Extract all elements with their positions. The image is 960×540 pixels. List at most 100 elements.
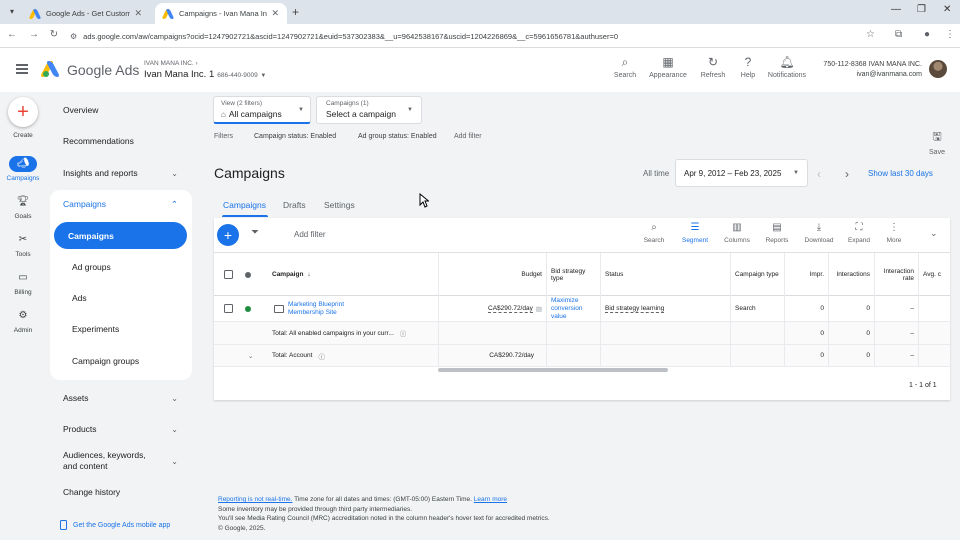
back-icon[interactable]: ← xyxy=(6,29,18,40)
user-email: ivan@ivanmana.com xyxy=(856,71,922,78)
sidebar-item-change-history[interactable]: Change history xyxy=(50,477,192,507)
tab-drafts[interactable]: Drafts xyxy=(283,200,306,210)
chevron-down-icon[interactable]: ⌄ xyxy=(248,352,253,360)
browser-tab-google-ads[interactable]: Google Ads - Get Customers a ✕ xyxy=(22,3,150,24)
browser-tab-campaigns[interactable]: Campaigns - Ivan Mana Inc. 1 ✕ xyxy=(155,3,287,24)
hamburger-menu-icon[interactable] xyxy=(16,64,28,74)
close-window-icon[interactable]: ✕ xyxy=(943,4,951,15)
reload-icon[interactable]: ↻ xyxy=(48,29,60,40)
column-header-avg-cost[interactable]: Avg. c xyxy=(918,253,950,296)
sidebar-subitem-campaign-groups[interactable]: Campaign groups xyxy=(54,347,187,374)
sidebar-item-products[interactable]: Products ⌄ xyxy=(50,414,192,444)
mouse-cursor-icon xyxy=(419,193,429,208)
rail-item-billing[interactable]: ▭ Billing xyxy=(0,270,46,296)
column-header-interactions[interactable]: Interactions xyxy=(828,253,874,296)
new-campaign-button[interactable]: + xyxy=(217,224,239,246)
sidebar-subitem-experiments[interactable]: Experiments xyxy=(54,315,187,342)
table-add-filter[interactable]: Add filter xyxy=(294,230,326,239)
tab-settings[interactable]: Settings xyxy=(324,200,355,210)
campaign-selector[interactable]: Campaigns (1) Select a campaign ▼ xyxy=(316,96,422,124)
sidebar-item-assets[interactable]: Assets ⌄ xyxy=(50,383,192,413)
learn-more-link[interactable]: Learn more xyxy=(474,496,507,503)
google-ads-logo[interactable] xyxy=(39,61,61,77)
column-header-bid-strategy[interactable]: Bid strategy type xyxy=(546,253,600,296)
column-header-interaction-rate[interactable]: Interaction rate xyxy=(874,253,918,296)
select-all-checkbox[interactable] xyxy=(224,270,233,279)
column-header-budget[interactable]: Budget xyxy=(438,253,546,296)
rail-item-tools[interactable]: ✂ Tools xyxy=(0,232,46,258)
column-header-impr[interactable]: Impr. xyxy=(784,253,828,296)
sidebar-item-label: Products xyxy=(63,424,97,434)
save-button[interactable]: 🖫︎ Save xyxy=(925,128,949,156)
restore-icon[interactable]: ❐ xyxy=(917,4,926,15)
sidebar-subitem-ads[interactable]: Ads xyxy=(54,284,187,311)
bid-strategy-link[interactable]: Maximize conversion value xyxy=(551,297,596,321)
filter-icon[interactable]: ⏷ xyxy=(251,227,259,238)
expand-button[interactable]: ⛶ Expand xyxy=(839,222,879,244)
sidebar-item-recommendations[interactable]: Recommendations xyxy=(50,126,192,156)
table-search-button[interactable]: ⌕ Search xyxy=(634,222,674,244)
sidebar-subitem-campaigns[interactable]: Campaigns xyxy=(54,222,187,249)
download-button[interactable]: ⤓ Download xyxy=(799,222,839,244)
column-header-status[interactable]: Status xyxy=(600,253,730,296)
filter-chip-ad-group-status[interactable]: Ad group status: Enabled xyxy=(358,133,437,140)
url-field[interactable]: ⚙ ads.google.com/aw/campaigns?ocid=12479… xyxy=(70,27,890,45)
horizontal-scrollbar[interactable] xyxy=(438,368,668,372)
minimize-icon[interactable]: — xyxy=(891,4,901,15)
profile-icon[interactable]: ● xyxy=(924,29,930,40)
sidebar-item-campaigns[interactable]: Campaigns ⌃ xyxy=(50,190,192,218)
sidebar-item-insights[interactable]: Insights and reports ⌄ xyxy=(50,158,192,188)
reporting-link[interactable]: Reporting is not real-time. xyxy=(218,496,292,503)
account-switcher[interactable]: IVAN MANA INC. › Ivan Mana Inc. 1 686-440… xyxy=(144,60,266,80)
sidebar-item-overview[interactable]: Overview xyxy=(50,95,192,125)
rail-item-goals[interactable]: 🏆︎ Goals xyxy=(0,194,46,220)
extensions-icon[interactable]: ⧉ xyxy=(895,29,902,40)
status-cell[interactable]: Bid strategy learning xyxy=(600,296,730,321)
user-info[interactable]: 750-112-8368 IVAN MANA INC. ivan@ivanman… xyxy=(823,60,922,80)
total-enabled-label: Total: All enabled campaigns in your cur… xyxy=(272,329,394,337)
close-tab-icon[interactable]: ✕ xyxy=(271,8,279,19)
table-row[interactable]: Marketing Blueprint Membership Site CA$2… xyxy=(214,296,950,322)
next-period-icon[interactable]: › xyxy=(845,167,849,181)
row-checkbox[interactable] xyxy=(224,304,233,313)
enabled-status-icon[interactable] xyxy=(245,305,251,312)
status-dot-icon[interactable] xyxy=(245,271,251,278)
chevron-down-icon[interactable]: ⌄ xyxy=(930,228,938,239)
previous-period-icon[interactable]: ‹ xyxy=(817,167,821,181)
new-tab-icon[interactable]: + xyxy=(292,5,299,19)
more-button[interactable]: ⋮ More xyxy=(874,222,914,244)
reports-button[interactable]: ▤ Reports xyxy=(757,222,797,244)
budget-cell[interactable]: CA$290.72/day ▨ xyxy=(438,296,546,321)
sidebar-item-label: Insights and reports xyxy=(63,168,138,178)
segment-button[interactable]: ☰ Segment xyxy=(675,222,715,244)
site-info-icon[interactable]: ⚙ xyxy=(70,32,77,41)
tab-campaigns[interactable]: Campaigns xyxy=(223,200,266,210)
rail-item-campaigns[interactable]: 📣︎ Campaigns xyxy=(0,156,46,182)
campaign-name-link[interactable]: Marketing Blueprint Membership Site xyxy=(288,301,358,317)
segment-icon: ☰ xyxy=(690,222,700,233)
forward-icon[interactable]: → xyxy=(28,29,40,40)
help-circle-icon[interactable]: ⓘ xyxy=(400,328,407,338)
close-tab-icon[interactable]: ✕ xyxy=(134,8,142,19)
show-last-30-days-link[interactable]: Show last 30 days xyxy=(868,169,933,178)
avatar[interactable] xyxy=(929,60,947,78)
rail-item-admin[interactable]: ⚙ Admin xyxy=(0,308,46,334)
browser-menu-icon[interactable]: ⋮ xyxy=(945,29,955,40)
columns-button[interactable]: ▥ Columns xyxy=(717,222,757,244)
tab-search-icon[interactable]: ▾ xyxy=(6,6,18,18)
add-filter-link[interactable]: Add filter xyxy=(454,133,482,140)
bookmark-star-icon[interactable]: ☆ xyxy=(866,29,875,40)
sidebar-subitem-ad-groups[interactable]: Ad groups xyxy=(54,253,187,280)
column-header-campaign-type[interactable]: Campaign type xyxy=(730,253,784,296)
view-selector[interactable]: View (2 filters) ⌂ All campaigns ▼ xyxy=(213,96,311,124)
create-button[interactable]: + xyxy=(8,97,38,127)
date-range-picker[interactable]: Apr 9, 2012 – Feb 23, 2025 ▼ xyxy=(675,159,808,187)
notifications-button[interactable]: 🔔︎ Notifications xyxy=(757,55,817,79)
view-selector-value: ⌂ All campaigns xyxy=(221,109,303,119)
sidebar-item-audiences[interactable]: Audiences, keywords, and content ⌄ xyxy=(50,446,192,476)
mobile-app-link[interactable]: Get the Google Ads mobile app xyxy=(60,520,170,530)
help-circle-icon[interactable]: ⓘ xyxy=(318,351,325,361)
filter-chip-campaign-status[interactable]: Campaign status: Enabled xyxy=(254,133,336,140)
tool-label: Columns xyxy=(724,237,750,244)
column-header-campaign[interactable]: Campaign ↓ xyxy=(268,253,438,296)
